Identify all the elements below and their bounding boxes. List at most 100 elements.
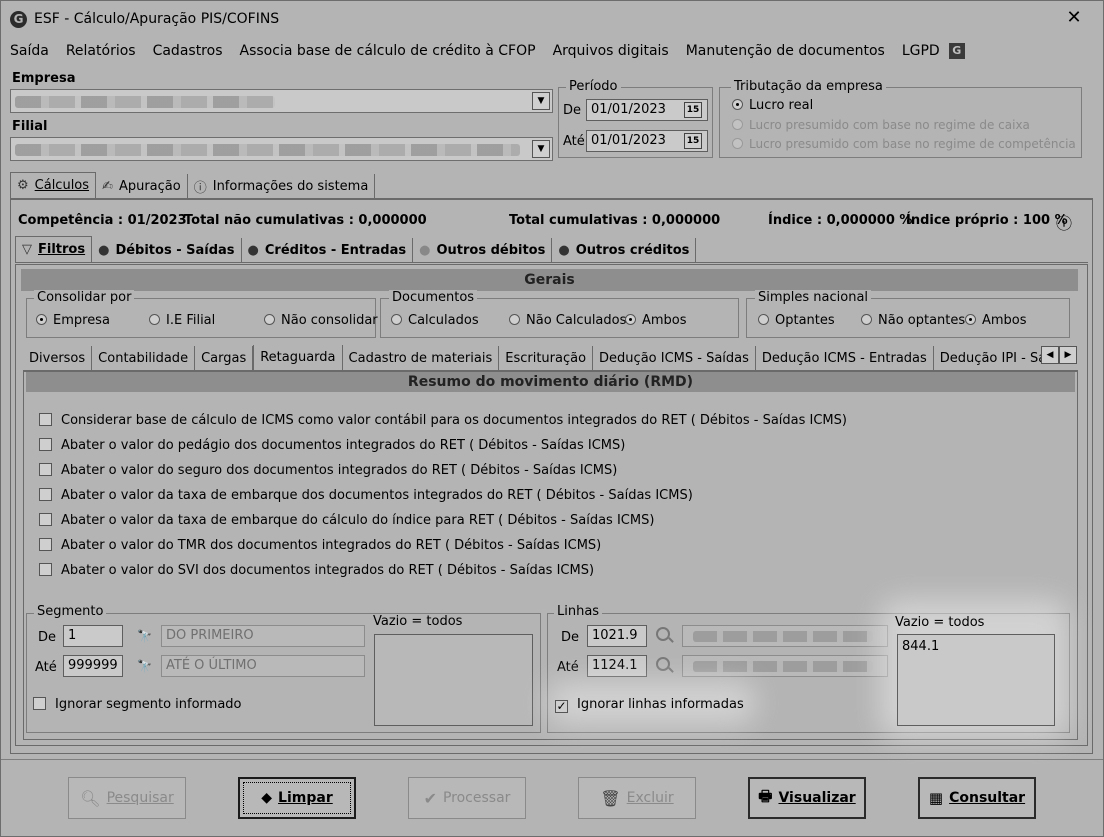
- segmento-ate-label: Até: [35, 660, 57, 675]
- linhas-list-item[interactable]: 844.1: [902, 639, 1050, 654]
- filter-icon: ▽: [22, 242, 32, 257]
- search-icon[interactable]: [656, 627, 670, 641]
- bullet-icon: ●: [98, 242, 110, 258]
- check-rmd-pedagio[interactable]: Abater o valor do pedágio dos documentos…: [39, 438, 625, 453]
- info-icon: ⓘ: [193, 180, 207, 196]
- binoculars-icon[interactable]: 🔭: [137, 629, 152, 643]
- segmento-de-label: De: [38, 630, 57, 645]
- tab-outros-creditos[interactable]: ● Outros créditos: [552, 238, 697, 262]
- tab-escrituracao[interactable]: Escrituração: [499, 346, 594, 370]
- tab-calculos[interactable]: ⚙ Cálculos: [10, 172, 97, 198]
- periodo-legend: Período: [566, 79, 621, 94]
- radio-consolidar-empresa[interactable]: Empresa: [36, 313, 110, 328]
- tab-retaguarda[interactable]: Retaguarda: [253, 345, 343, 370]
- tab-informacoes[interactable]: ⓘ Informações do sistema: [188, 174, 376, 198]
- linhas-legend: Linhas: [554, 604, 603, 619]
- lgpd-icon[interactable]: G: [948, 43, 965, 59]
- menu-cadastros[interactable]: Cadastros: [153, 43, 223, 59]
- tab-contabilidade[interactable]: Contabilidade: [92, 346, 196, 370]
- segmento-ate-desc: ATÉ O ÚLTIMO: [161, 655, 365, 677]
- radio-doc-ambos[interactable]: Ambos: [625, 313, 687, 328]
- filial-label: Filial: [12, 119, 48, 134]
- search-icon[interactable]: [656, 657, 670, 671]
- close-icon[interactable]: ✕: [1063, 7, 1085, 29]
- tab-cadastro-materiais[interactable]: Cadastro de materiais: [343, 346, 500, 370]
- check-ignorar-segmento[interactable]: Ignorar segmento informado: [33, 697, 242, 712]
- menu-bar: Saída Relatórios Cadastros Associa base …: [1, 38, 1103, 64]
- bullet-icon: ●: [558, 242, 570, 258]
- radio-nao-consolidar[interactable]: Não consolidar: [264, 313, 378, 328]
- chevron-down-icon[interactable]: ▼: [532, 92, 550, 110]
- calendar-icon[interactable]: 15: [684, 133, 702, 149]
- table-icon: ▦: [928, 789, 944, 807]
- pesquisar-button[interactable]: 🔍︎ Pesquisar: [68, 777, 186, 819]
- check-rmd-tmr[interactable]: Abater o valor do TMR dos documentos int…: [39, 538, 601, 553]
- radio-simples-nao-optantes[interactable]: Não optantes: [861, 313, 965, 328]
- menu-arquivos-digitais[interactable]: Arquivos digitais: [553, 43, 669, 59]
- menu-relatorios[interactable]: Relatórios: [66, 43, 136, 59]
- tab-scroll: ◀ ▶: [1041, 346, 1077, 364]
- calendar-icon[interactable]: 15: [684, 102, 702, 118]
- check-ignorar-linhas[interactable]: ✓ Ignorar linhas informadas: [555, 697, 744, 713]
- tab-deducao-icms-saidas[interactable]: Dedução ICMS - Saídas: [593, 346, 756, 370]
- window-title: ESF - Cálculo/Apuração PIS/COFINS: [34, 11, 280, 27]
- radio-doc-calculados[interactable]: Calculados: [391, 313, 479, 328]
- tab-apuracao[interactable]: ✍ Apuração: [96, 174, 188, 198]
- menu-lgpd[interactable]: LGPD: [902, 43, 940, 59]
- check-rmd-base-icms[interactable]: Considerar base de cálculo de ICMS como …: [39, 413, 847, 428]
- check-rmd-taxa-embarque-indice[interactable]: Abater o valor da taxa de embarque do cá…: [39, 513, 654, 528]
- linhas-list[interactable]: 844.1: [897, 634, 1055, 726]
- linhas-ate-input[interactable]: 1124.1: [587, 655, 647, 677]
- tab-filtros[interactable]: ▽ Filtros: [15, 236, 93, 262]
- inner-tabs: Diversos Contabilidade Cargas Retaguarda…: [23, 345, 1078, 371]
- filial-combo[interactable]: ▼: [10, 137, 553, 161]
- radio-simples-optantes[interactable]: Optantes: [758, 313, 835, 328]
- check-rmd-seguro[interactable]: Abater o valor do seguro dos documentos …: [39, 463, 617, 478]
- total-cumulativas-text: Total cumulativas : 0,000000: [509, 213, 721, 228]
- binoculars-icon[interactable]: 🔭: [137, 659, 152, 673]
- radio-lucro-presumido-caixa[interactable]: Lucro presumido com base no regime de ca…: [732, 118, 1030, 132]
- main-window: G ESF - Cálculo/Apuração PIS/COFINS ✕ Sa…: [0, 0, 1104, 837]
- tributacao-legend: Tributação da empresa: [731, 79, 886, 94]
- consultar-button[interactable]: ▦ Consultar: [918, 777, 1036, 819]
- check-icon: ✔: [423, 788, 437, 808]
- radio-doc-nao-calculados[interactable]: Não Calculados: [509, 313, 626, 328]
- documentos-legend: Documentos: [389, 290, 478, 305]
- segmento-ate-input[interactable]: 999999: [63, 655, 123, 677]
- processar-button[interactable]: ✔ Processar: [408, 777, 526, 819]
- tab-cargas[interactable]: Cargas: [195, 346, 254, 370]
- segmento-de-input[interactable]: 1: [63, 625, 123, 647]
- excluir-button[interactable]: 🗑︎ Excluir: [578, 777, 696, 819]
- linhas-de-input[interactable]: 1021.9: [587, 625, 647, 647]
- chevron-down-icon[interactable]: ▼: [532, 140, 550, 158]
- radio-consolidar-ie-filial[interactable]: I.E Filial: [149, 313, 215, 328]
- visualizar-button[interactable]: 🖶 Visualizar: [748, 777, 866, 819]
- info-icon[interactable]: ⓘ: [1056, 210, 1072, 234]
- tab-deducao-icms-entradas[interactable]: Dedução ICMS - Entradas: [756, 346, 934, 370]
- limpar-button[interactable]: ◆ Limpar: [238, 777, 356, 819]
- tab-diversos[interactable]: Diversos: [23, 346, 93, 370]
- periodo-de-label: De: [563, 103, 582, 118]
- chevron-right-icon[interactable]: ▶: [1059, 346, 1077, 364]
- competencia-text: Competência : 01/2023: [18, 213, 187, 228]
- menu-saida[interactable]: Saída: [10, 43, 49, 59]
- blurred-value: [693, 661, 873, 672]
- simples-legend: Simples nacional: [755, 290, 872, 305]
- radio-simples-ambos[interactable]: Ambos: [965, 313, 1027, 328]
- tab-debitos-saidas[interactable]: ● Débitos - Saídas: [92, 238, 242, 262]
- radio-lucro-real[interactable]: Lucro real: [732, 98, 813, 113]
- radio-lucro-presumido-competencia[interactable]: Lucro presumido com base no regime de co…: [732, 137, 1076, 151]
- segmento-list[interactable]: [374, 634, 533, 726]
- segmento-legend: Segmento: [34, 604, 107, 619]
- menu-manutencao-documentos[interactable]: Manutenção de documentos: [686, 43, 885, 59]
- blurred-value: [693, 631, 873, 642]
- check-rmd-taxa-embarque[interactable]: Abater o valor da taxa de embarque dos d…: [39, 488, 693, 503]
- empresa-combo[interactable]: ▼: [10, 89, 553, 113]
- check-rmd-svi[interactable]: Abater o valor do SVI dos documentos int…: [39, 563, 594, 578]
- tab-outros-debitos[interactable]: ● Outros débitos: [413, 238, 553, 262]
- linhas-ate-desc: [682, 655, 888, 677]
- chevron-left-icon[interactable]: ◀: [1041, 346, 1059, 364]
- menu-associa-base[interactable]: Associa base de cálculo de crédito à CFO…: [240, 43, 536, 59]
- tab-creditos-entradas[interactable]: ● Créditos - Entradas: [242, 238, 414, 262]
- gerais-header: Gerais: [21, 269, 1078, 291]
